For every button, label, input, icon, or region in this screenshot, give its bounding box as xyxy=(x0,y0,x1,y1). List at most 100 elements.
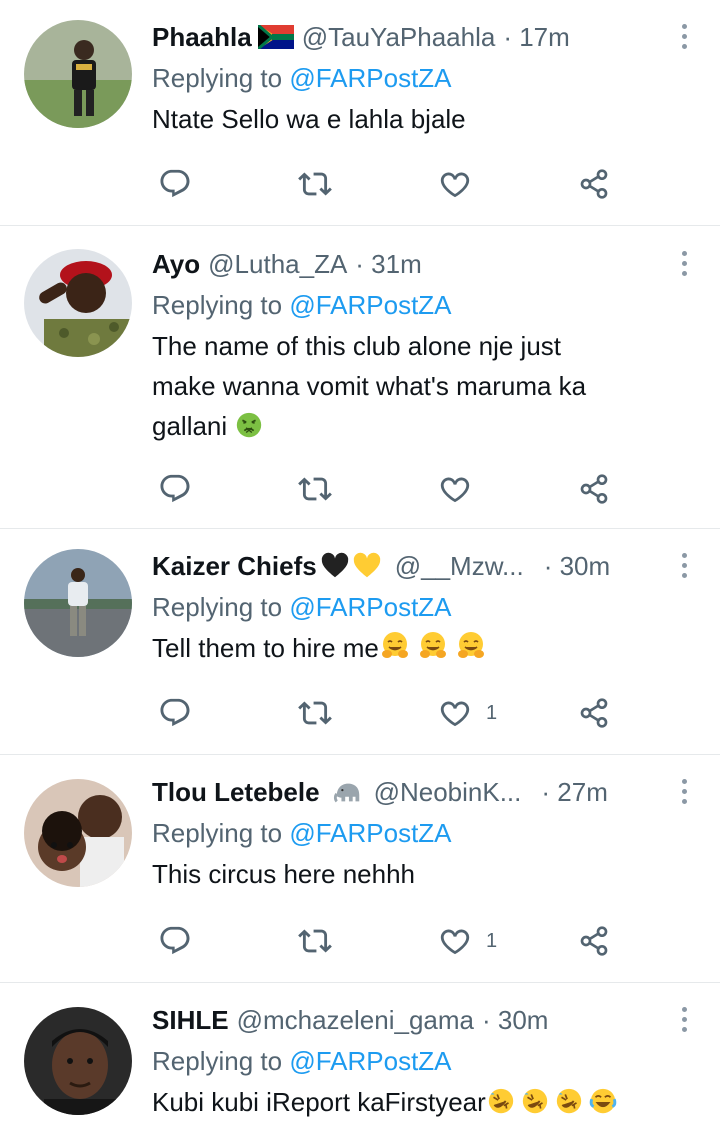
black-heart-icon xyxy=(319,551,351,581)
mention-link[interactable]: @FARPostZA xyxy=(289,290,451,320)
like-button[interactable]: 1 xyxy=(438,693,497,733)
timestamp[interactable]: · 27m xyxy=(541,775,607,809)
more-options-icon[interactable] xyxy=(678,779,690,804)
like-icon xyxy=(438,167,472,201)
hugging-face-icon xyxy=(455,630,487,662)
mention-link[interactable]: @FARPostZA xyxy=(289,818,451,848)
user-handle[interactable]: @Lutha_ZA xyxy=(208,247,347,281)
timestamp[interactable]: · 30m xyxy=(482,1003,548,1037)
retweet-button[interactable] xyxy=(298,693,332,733)
tweet-4[interactable]: Tlou Letebele @NeobinK... · 27m Replying… xyxy=(0,755,720,983)
tweet-header: Ayo @Lutha_ZA · 31m xyxy=(152,247,680,281)
south-africa-flag-icon xyxy=(257,25,294,49)
tweet-text-line: make wanna vomit what's maruma ka xyxy=(152,371,587,401)
retweet-icon xyxy=(298,696,332,730)
tweet-header: SIHLE @mchazeleni_gama · 30m xyxy=(152,1003,680,1037)
tweet-actions: 1 xyxy=(152,693,632,733)
share-button[interactable] xyxy=(578,164,610,204)
reply-button[interactable] xyxy=(158,921,192,961)
tweet-text-body: Tell them to hire me xyxy=(152,633,379,663)
tweet-text: Ntate Sello wa e lahla bjale xyxy=(152,104,466,134)
retweet-button[interactable] xyxy=(298,921,332,961)
display-name[interactable]: Kaizer Chiefs xyxy=(152,549,317,583)
tweet-text-line: The name of this club alone nje just xyxy=(152,331,562,361)
reply-button[interactable] xyxy=(158,164,192,204)
tweet-text: Tell them to hire me xyxy=(152,628,680,668)
avatar[interactable] xyxy=(24,1007,132,1115)
user-handle[interactable]: @mchazeleni_gama xyxy=(237,1003,474,1037)
share-button[interactable] xyxy=(578,469,610,509)
elephant-icon xyxy=(330,777,366,807)
tweet-text: The name of this club alone nje just mak… xyxy=(152,326,680,446)
user-handle[interactable]: @TauYaPhaahla xyxy=(302,20,496,54)
share-icon xyxy=(578,168,610,200)
display-name[interactable]: Phaahla xyxy=(152,20,252,54)
display-name[interactable]: Ayo xyxy=(152,247,200,281)
tweet-5[interactable]: SIHLE @mchazeleni_gama · 30m Replying to… xyxy=(0,983,720,1122)
replying-prefix: Replying to xyxy=(152,290,290,320)
reply-button[interactable] xyxy=(158,469,192,509)
tweet-2[interactable]: Ayo @Lutha_ZA · 31m Replying to @FARPost… xyxy=(0,226,720,529)
share-icon xyxy=(578,473,610,505)
tweet-1[interactable]: Phaahla @TauYaPhaahla · 17m Replying to … xyxy=(0,0,720,226)
avatar[interactable] xyxy=(24,20,132,128)
retweet-icon xyxy=(298,472,332,506)
share-icon xyxy=(578,697,610,729)
replying-prefix: Replying to xyxy=(152,1046,290,1076)
rofl-icon xyxy=(554,1086,584,1116)
tweet-text: This circus here nehhh xyxy=(152,859,416,889)
like-icon xyxy=(438,472,472,506)
more-options-icon[interactable] xyxy=(678,1007,690,1032)
display-name[interactable]: SIHLE xyxy=(152,1003,229,1037)
replying-to-line: Replying to @FARPostZA xyxy=(152,1044,680,1078)
display-name[interactable]: Tlou Letebele xyxy=(152,775,320,809)
retweet-button[interactable] xyxy=(298,469,332,509)
tweet-text-line: gallani xyxy=(152,411,228,441)
user-handle[interactable]: @NeobinK... xyxy=(374,775,522,809)
like-button[interactable]: 1 xyxy=(438,921,497,961)
reply-icon xyxy=(158,472,192,506)
tweet-text: Kubi kubi iReport kaFirstyear xyxy=(152,1082,680,1122)
timestamp[interactable]: · 17m xyxy=(503,20,569,54)
more-options-icon[interactable] xyxy=(678,24,690,49)
like-icon xyxy=(438,696,472,730)
replying-to-line: Replying to @FARPostZA xyxy=(152,61,680,95)
avatar[interactable] xyxy=(24,779,132,887)
hugging-face-icon xyxy=(417,630,449,662)
like-button[interactable] xyxy=(438,469,472,509)
replying-prefix: Replying to xyxy=(152,592,290,622)
joy-icon xyxy=(588,1086,618,1116)
tweet-actions xyxy=(152,164,632,204)
tweet-header: Tlou Letebele @NeobinK... · 27m xyxy=(152,775,680,809)
tweet-actions: 1 xyxy=(152,921,632,961)
mention-link[interactable]: @FARPostZA xyxy=(289,1046,451,1076)
nauseated-face-icon xyxy=(234,410,264,440)
rofl-icon xyxy=(520,1086,550,1116)
reply-icon xyxy=(158,696,192,730)
share-button[interactable] xyxy=(578,693,610,733)
replying-to-line: Replying to @FARPostZA xyxy=(152,816,680,850)
like-button[interactable] xyxy=(438,164,472,204)
replying-to-line: Replying to @FARPostZA xyxy=(152,590,680,624)
tweet-3[interactable]: Kaizer Chiefs @__Mzw... · 30m Replying t… xyxy=(0,529,720,755)
reply-button[interactable] xyxy=(158,693,192,733)
tweet-text-line: gallani xyxy=(152,406,680,446)
rofl-icon xyxy=(486,1086,516,1116)
tweet-header: Kaizer Chiefs @__Mzw... · 30m xyxy=(152,549,680,583)
avatar[interactable] xyxy=(24,249,132,357)
more-options-icon[interactable] xyxy=(678,251,690,276)
timestamp[interactable]: · 31m xyxy=(355,247,421,281)
timestamp[interactable]: · 30m xyxy=(544,549,610,583)
reply-icon xyxy=(158,167,192,201)
user-handle[interactable]: @__Mzw... xyxy=(395,549,524,583)
like-count: 1 xyxy=(486,701,498,724)
retweet-button[interactable] xyxy=(298,164,332,204)
mention-link[interactable]: @FARPostZA xyxy=(289,592,451,622)
share-button[interactable] xyxy=(578,921,610,961)
yellow-heart-icon xyxy=(351,551,383,581)
mention-link[interactable]: @FARPostZA xyxy=(289,63,451,93)
avatar[interactable] xyxy=(24,549,132,657)
retweet-icon xyxy=(298,167,332,201)
tweet-header: Phaahla @TauYaPhaahla · 17m xyxy=(152,20,680,54)
more-options-icon[interactable] xyxy=(678,553,690,578)
